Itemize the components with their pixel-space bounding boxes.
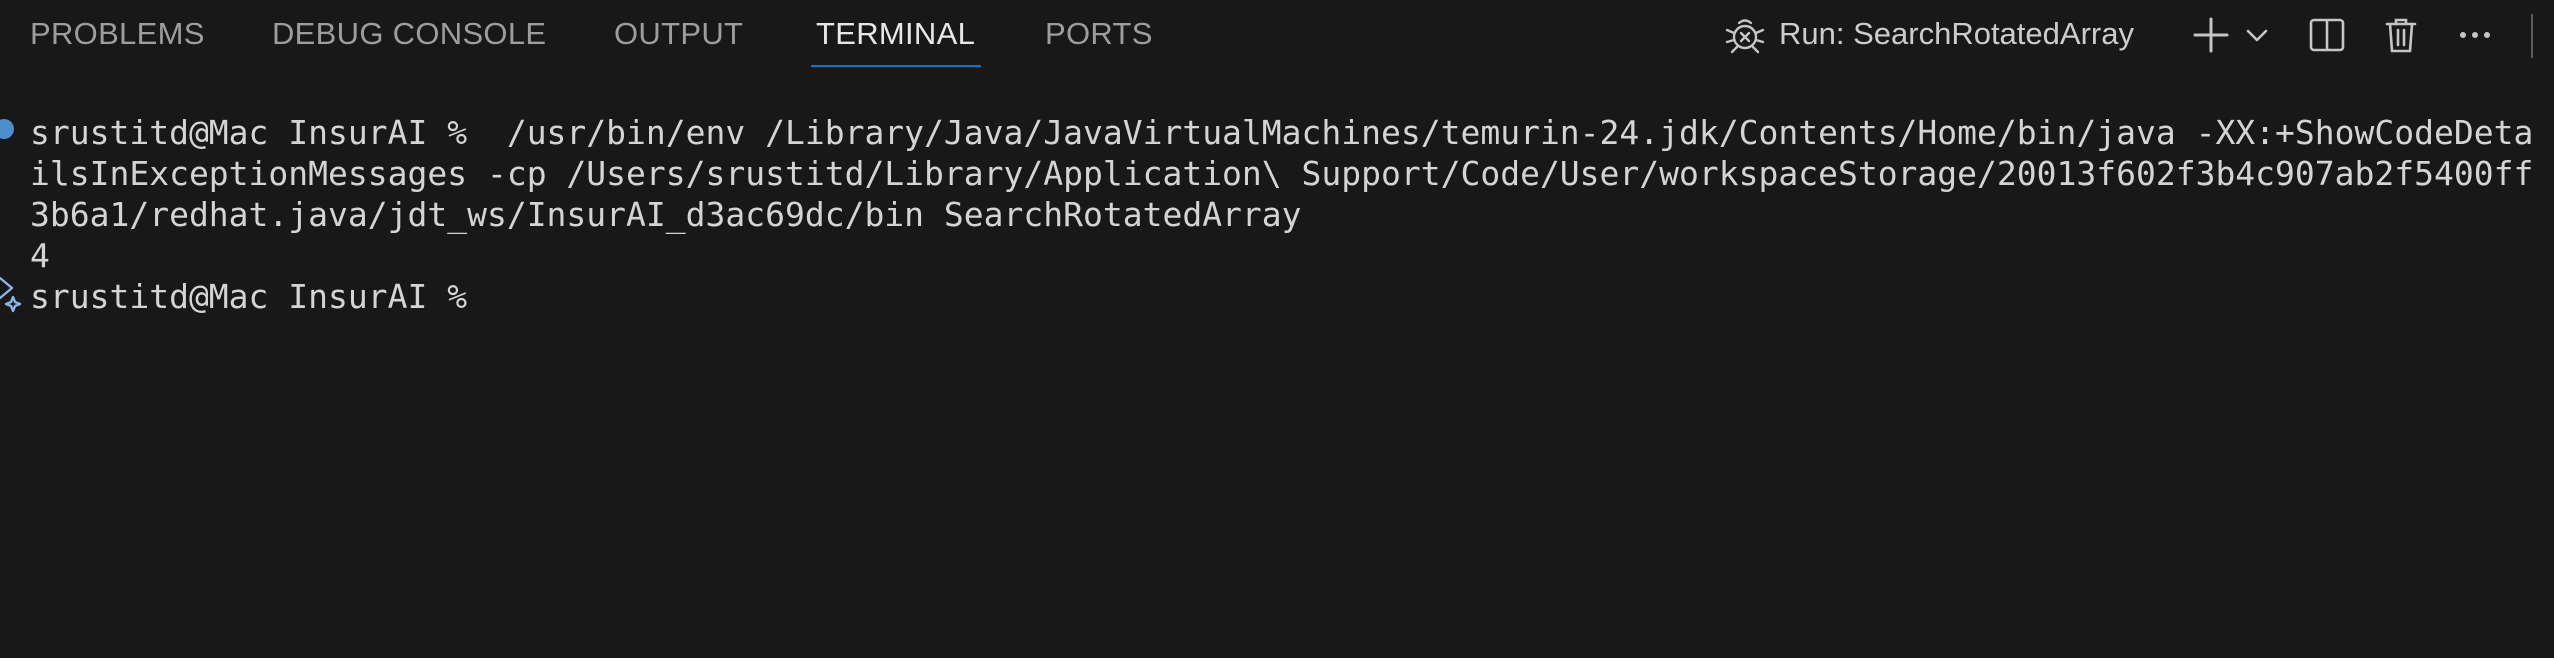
terminal-output[interactable]: srustitd@Mac InsurAI % /usr/bin/env /Lib… xyxy=(0,112,2554,652)
debug-bug-icon[interactable] xyxy=(1720,12,1770,58)
panel-tab-bar: PROBLEMS DEBUG CONSOLE OUTPUT TERMINAL P… xyxy=(0,0,2554,70)
tab-output[interactable]: OUTPUT xyxy=(614,16,743,52)
terminal-line: srustitd@Mac InsurAI % /usr/bin/env /Lib… xyxy=(30,113,2534,152)
terminal-line: ilsInExceptionMessages -cp /Users/srusti… xyxy=(30,154,2534,193)
chevron-down-icon[interactable] xyxy=(2242,12,2272,58)
tab-problems[interactable]: PROBLEMS xyxy=(30,16,205,52)
terminal-line: 4 xyxy=(30,236,50,275)
sparkle-prompt-icon[interactable] xyxy=(0,274,26,323)
plus-icon[interactable] xyxy=(2188,12,2234,58)
toolbar-divider xyxy=(2531,14,2533,58)
tab-terminal[interactable]: TERMINAL xyxy=(816,16,975,52)
split-editor-icon[interactable] xyxy=(2304,12,2350,58)
tab-ports[interactable]: PORTS xyxy=(1045,16,1153,52)
terminal-line: 3b6a1/redhat.java/jdt_ws/InsurAI_d3ac69d… xyxy=(30,195,1302,234)
tab-debug-console[interactable]: DEBUG CONSOLE xyxy=(272,16,546,52)
command-success-dot-icon[interactable] xyxy=(0,119,14,139)
run-configuration-label[interactable]: Run: SearchRotatedArray xyxy=(1779,16,2134,52)
terminal-panel: PROBLEMS DEBUG CONSOLE OUTPUT TERMINAL P… xyxy=(0,0,2554,658)
trash-icon[interactable] xyxy=(2378,12,2424,58)
active-tab-indicator xyxy=(811,65,981,67)
ellipsis-icon[interactable] xyxy=(2452,12,2498,58)
terminal-prompt: srustitd@Mac InsurAI % xyxy=(30,277,468,316)
